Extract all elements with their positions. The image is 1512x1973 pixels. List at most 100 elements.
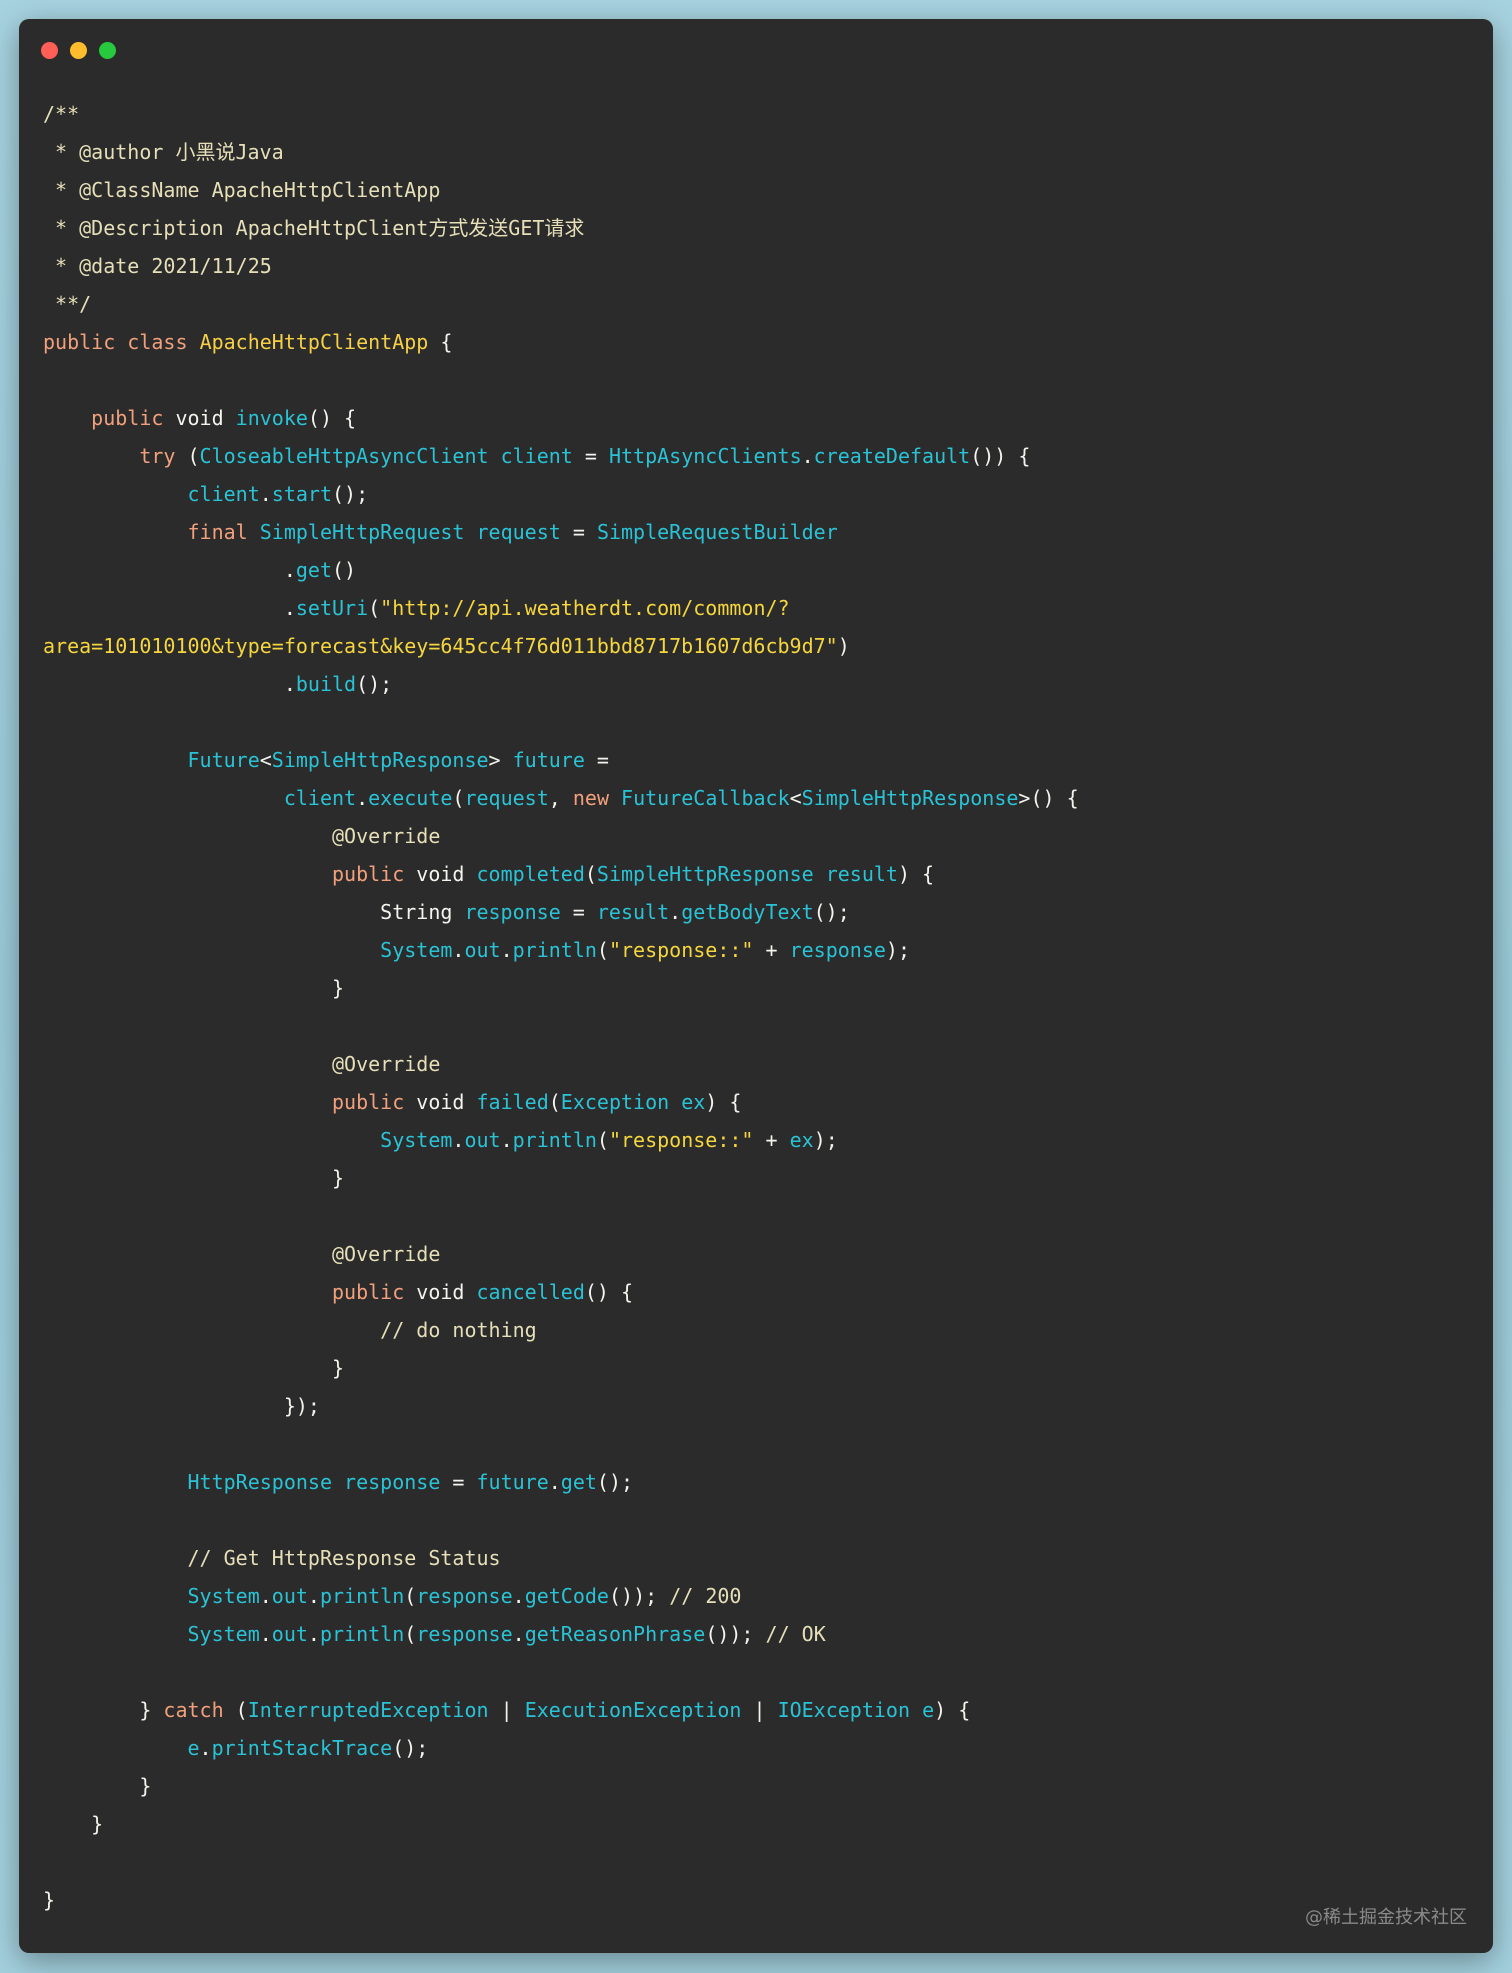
code-token-plain: (: [584, 862, 597, 886]
code-token-plain: (: [548, 1090, 561, 1114]
code-line: @Override: [43, 1235, 1079, 1273]
code-token-plain: ());: [705, 1622, 766, 1646]
code-token-comment: // Get HttpResponse Status: [187, 1546, 501, 1570]
code-token-plain: =: [560, 900, 597, 924]
code-token-plain: void: [404, 1280, 477, 1304]
code-token-plain: .: [307, 1584, 320, 1608]
code-token-ident: completed: [476, 862, 585, 886]
code-token-plain: }: [43, 1774, 152, 1798]
code-token-comment: * @Description ApacheHttpClient方式发送GET请求: [43, 216, 585, 240]
code-token-ident: SimpleRequestBuilder: [596, 520, 838, 544]
code-token-comment: * @date 2021/11/25: [43, 254, 272, 278]
code-line: .get(): [43, 551, 1079, 589]
code-token-ident: client: [187, 482, 260, 506]
code-token-plain: .: [500, 938, 513, 962]
code-line: client.execute(request, new FutureCallba…: [43, 779, 1079, 817]
code-token-ident: SimpleHttpResponse: [271, 748, 489, 772]
code-token-plain: }: [43, 1888, 56, 1912]
code-token-plain: ();: [813, 900, 850, 924]
code-token-comment: // OK: [765, 1622, 826, 1646]
code-line: **/: [43, 285, 1079, 323]
code-token-ident: SimpleHttpResponse: [596, 862, 814, 886]
code-token-ident: response: [789, 938, 886, 962]
code-token-ident: start: [271, 482, 333, 506]
code-token-ident: println: [319, 1622, 405, 1646]
code-token-plain: >: [488, 748, 513, 772]
code-token-ident: response: [464, 900, 561, 924]
code-token-ident: InterruptedException: [247, 1698, 489, 1722]
code-token-plain: .: [452, 1128, 465, 1152]
code-token-plain: ) {: [897, 862, 935, 886]
code-token-plain: .: [500, 1128, 513, 1152]
code-token-ident: println: [512, 938, 597, 962]
code-token-ident: printStackTrace: [211, 1736, 393, 1760]
code-token-ident: System: [187, 1622, 260, 1646]
code-token-ident: println: [512, 1128, 597, 1152]
code-line: HttpResponse response = future.get();: [43, 1463, 1079, 1501]
code-token-comment: // do nothing: [380, 1318, 537, 1342]
code-token-ident: result: [596, 900, 670, 924]
maximize-icon[interactable]: [99, 42, 116, 59]
code-token-plain: String: [43, 900, 465, 924]
code-token-ident: ExecutionException: [524, 1698, 742, 1722]
code-line: client.start();: [43, 475, 1079, 513]
code-line: } catch (InterruptedException | Executio…: [43, 1691, 1079, 1729]
code-token-comment: * @ClassName ApacheHttpClientApp: [43, 178, 441, 202]
code-line: }: [43, 1767, 1079, 1805]
code-token-ident: result: [825, 862, 898, 886]
code-token-ident: HttpResponse: [187, 1470, 333, 1494]
code-token-keyword: public: [91, 406, 164, 430]
code-token-comment: @Override: [331, 824, 441, 848]
code-line: String response = result.getBodyText();: [43, 893, 1079, 931]
code-line: * @date 2021/11/25: [43, 247, 1079, 285]
close-icon[interactable]: [41, 42, 58, 59]
code-token-ident: HttpAsyncClients: [608, 444, 802, 468]
code-token-ident: cancelled: [476, 1280, 585, 1304]
code-token-plain: +: [753, 1128, 790, 1152]
code-token-ident: response: [416, 1622, 513, 1646]
minimize-icon[interactable]: [70, 42, 87, 59]
code-token-plain: |: [741, 1698, 778, 1722]
code-line: }: [43, 1159, 1079, 1197]
code-token-plain: void: [404, 862, 477, 886]
code-token-plain: ());: [608, 1584, 670, 1608]
code-token-ident: Exception: [560, 1090, 670, 1114]
code-line: System.out.println(response.getCode()); …: [43, 1577, 1079, 1615]
code-line: * @author 小黑说Java: [43, 133, 1079, 171]
code-line: /**: [43, 95, 1079, 133]
code-token-ident: invoke: [235, 406, 308, 430]
code-token-ident: get: [295, 558, 332, 582]
code-token-plain: .: [43, 672, 296, 696]
code-token-keyword: catch: [163, 1698, 224, 1722]
code-token-plain: void: [404, 1090, 477, 1114]
code-token-plain: .: [801, 444, 814, 468]
code-token-plain: }: [43, 1166, 345, 1190]
code-token-plain: () {: [307, 406, 357, 430]
code-line: .build();: [43, 665, 1079, 703]
code-token-plain: .: [43, 596, 296, 620]
code-token-plain: .: [512, 1584, 525, 1608]
code-token-plain: }: [43, 1698, 164, 1722]
code-token-plain: .: [259, 482, 272, 506]
code-token-keyword: public: [331, 1280, 405, 1304]
code-token-ident: execute: [368, 786, 453, 810]
code-token-string: "response::": [608, 938, 754, 962]
code-line: }: [43, 1349, 1079, 1387]
